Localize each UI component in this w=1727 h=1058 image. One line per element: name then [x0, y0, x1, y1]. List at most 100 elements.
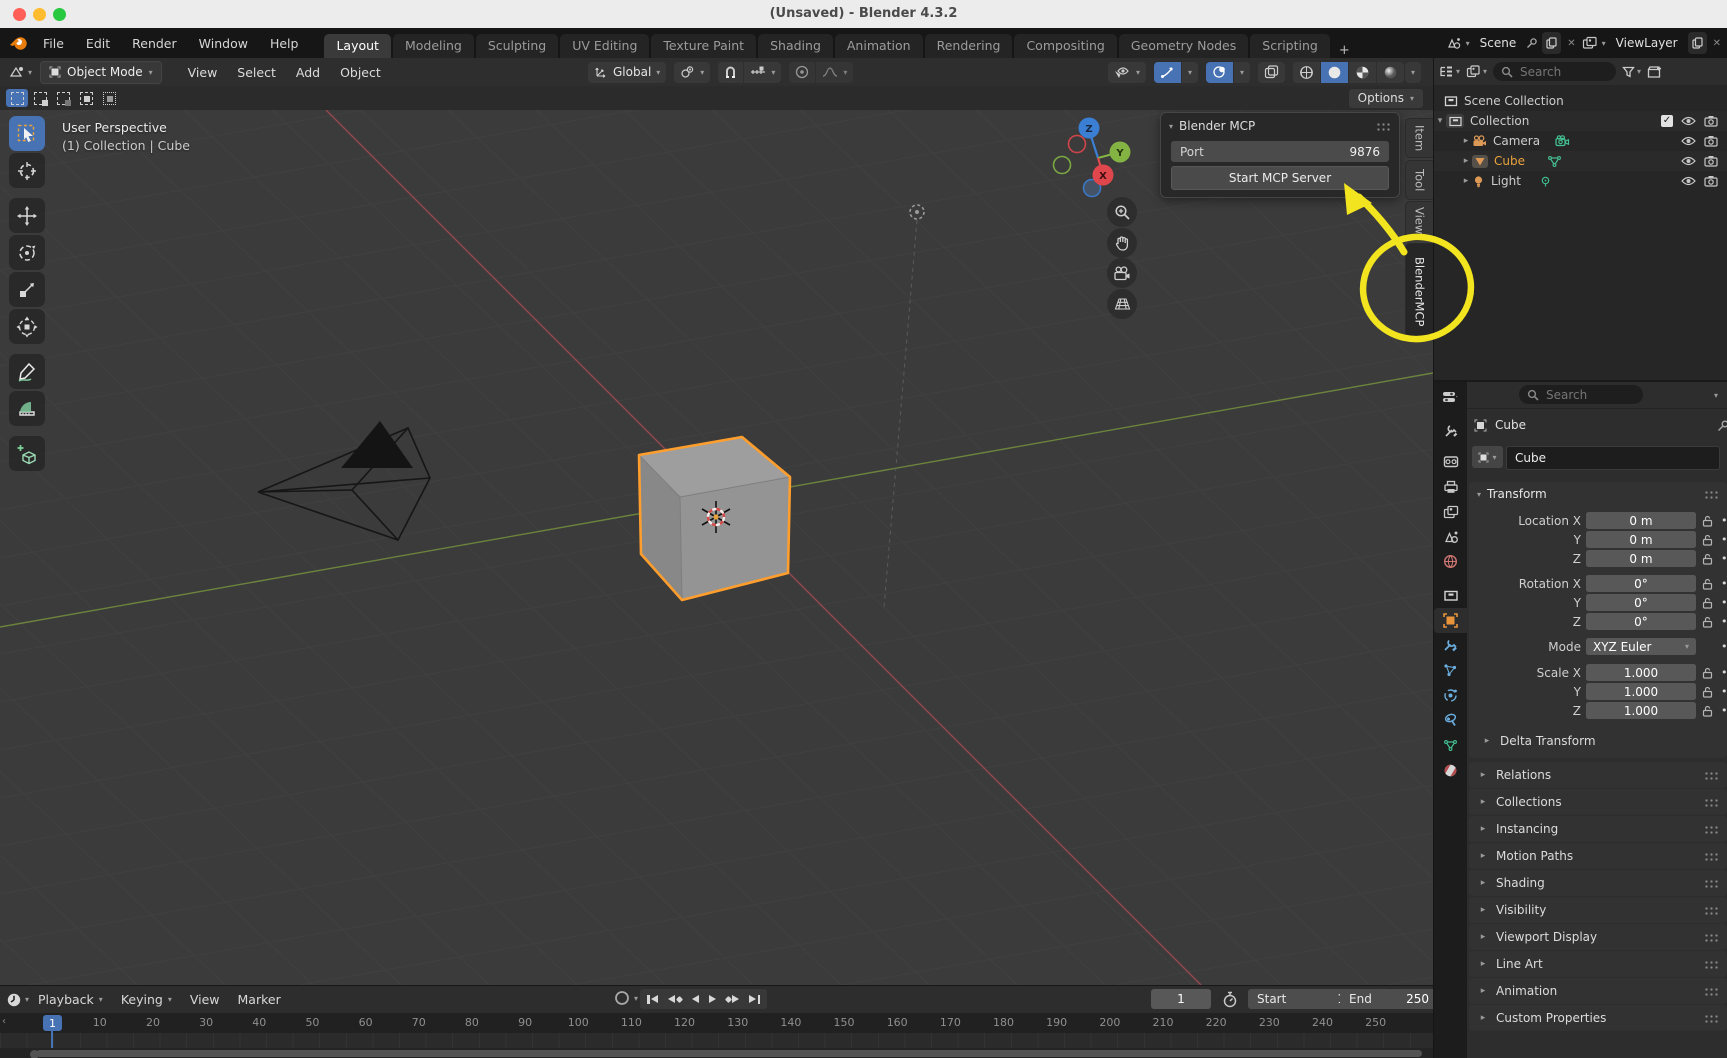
lock-icon[interactable] [1702, 534, 1713, 546]
workspace-tab-scripting[interactable]: Scripting [1250, 34, 1330, 58]
lock-icon[interactable] [1702, 597, 1713, 609]
cube-hide-icon[interactable] [1681, 156, 1696, 166]
drag-handle[interactable] [1704, 825, 1719, 834]
transform-collapse-chevron[interactable]: ▾ [1477, 490, 1481, 499]
light-hide-icon[interactable] [1681, 176, 1696, 186]
blender-logo-icon[interactable] [9, 35, 28, 51]
tab-output-properties[interactable] [1434, 474, 1467, 499]
panel-relations[interactable]: ▸Relations [1469, 762, 1727, 788]
properties-search[interactable] [1519, 385, 1643, 404]
rotation-x-field[interactable]: 0° [1586, 575, 1696, 592]
tab-world-properties[interactable] [1434, 549, 1467, 574]
shading-solid-button[interactable] [1321, 62, 1348, 83]
workspace-tab-geometry-nodes[interactable]: Geometry Nodes [1119, 34, 1248, 58]
outliner-display-mode-dropdown[interactable]: ▾ [1439, 65, 1460, 78]
animate-dot[interactable]: • [1721, 666, 1727, 679]
tool-move[interactable] [9, 198, 45, 233]
viewport-menu-add[interactable]: Add [286, 65, 330, 80]
breadcrumb-object-name[interactable]: Cube [1495, 418, 1526, 432]
tab-modifier-properties[interactable] [1434, 633, 1467, 658]
cube-expand-chevron[interactable]: ▸ [1460, 156, 1472, 166]
panel-line-art[interactable]: ▸Line Art [1469, 951, 1727, 977]
panel-collections[interactable]: ▸Collections [1469, 789, 1727, 815]
tab-object-properties[interactable] [1434, 608, 1467, 633]
viewport-menu-view[interactable]: View [178, 65, 228, 80]
collection-hide-icon[interactable] [1681, 116, 1696, 126]
shading-wireframe-button[interactable] [1293, 62, 1320, 83]
shading-rendered-button[interactable] [1377, 62, 1404, 83]
pin-id-icon[interactable] [1717, 419, 1727, 432]
select-mode-set-button[interactable] [6, 89, 28, 107]
lock-icon[interactable] [1702, 616, 1713, 628]
workspace-tab-uv-editing[interactable]: UV Editing [560, 34, 649, 58]
cube-render-icon[interactable] [1704, 155, 1718, 167]
play-reverse-button[interactable] [687, 989, 704, 1009]
light-expand-chevron[interactable]: ▸ [1460, 176, 1472, 186]
tab-material-properties[interactable] [1434, 758, 1467, 783]
tool-add-cube[interactable] [9, 436, 45, 471]
camera-view-button[interactable] [1107, 258, 1137, 288]
drag-handle[interactable] [1704, 1014, 1719, 1023]
show-gizmo-toggle[interactable] [1154, 62, 1181, 83]
scale-x-field[interactable]: 1.000 [1586, 664, 1696, 681]
timeline-scrollbar[interactable] [0, 1048, 1433, 1058]
previous-keyframe-button[interactable] [663, 989, 687, 1009]
transform-orientation-dropdown[interactable]: Global ▾ [588, 62, 666, 83]
start-mcp-server-button[interactable]: Start MCP Server [1171, 166, 1389, 190]
viewport-3d[interactable]: User Perspective (1) Collection | Cube [0, 110, 1433, 985]
drag-handle[interactable] [1704, 798, 1719, 807]
show-object-types-dropdown[interactable]: ▾ [1108, 62, 1146, 83]
panel-custom-properties[interactable]: ▸Custom Properties [1469, 1005, 1727, 1031]
menu-help[interactable]: Help [259, 36, 310, 51]
timeline-editor-type-dropdown[interactable]: ▾ [6, 992, 29, 1008]
outliner-row-camera[interactable]: ▸ Camera [1434, 131, 1727, 151]
viewlayer-icon[interactable] [1582, 36, 1598, 50]
proportional-falloff-dropdown[interactable]: ▾ [816, 62, 853, 83]
workspace-tab-rendering[interactable]: Rendering [925, 34, 1013, 58]
location-z-field[interactable]: 0 m [1586, 550, 1696, 567]
outliner-row-collection[interactable]: ▾ Collection ✓ [1434, 111, 1727, 131]
timeline-ruler[interactable]: ‹ 10203040506070809010011012013014015016… [0, 1013, 1433, 1033]
panel-instancing[interactable]: ▸Instancing [1469, 816, 1727, 842]
select-mode-subtract-button[interactable] [52, 89, 74, 107]
mcp-port-field[interactable]: Port 9876 [1171, 141, 1389, 162]
outliner-search[interactable] [1493, 62, 1616, 81]
sidebar-tab-item[interactable]: Item [1405, 118, 1433, 158]
frame-start-field[interactable]: Start1 [1248, 989, 1354, 1009]
mcp-panel-collapse-chevron[interactable]: ▾ [1169, 122, 1173, 131]
outliner-row-cube[interactable]: ▸ Cube [1434, 151, 1727, 171]
outliner-row-light[interactable]: ▸ Light [1434, 171, 1727, 191]
panel-motion-paths[interactable]: ▸Motion Paths [1469, 843, 1727, 869]
workspace-tab-animation[interactable]: Animation [835, 34, 923, 58]
rotation-y-field[interactable]: 0° [1586, 594, 1696, 611]
outliner-row-scene-collection[interactable]: Scene Collection [1434, 91, 1727, 111]
select-mode-extend-button[interactable] [29, 89, 51, 107]
collection-expand-chevron[interactable]: ▾ [1434, 116, 1446, 126]
pivot-point-dropdown[interactable]: ▾ [674, 62, 710, 83]
xray-toggle[interactable] [1258, 62, 1285, 83]
object-id-icon-dropdown[interactable]: ▾ [1472, 446, 1503, 468]
outliner-search-input[interactable] [1518, 64, 1608, 80]
menu-render[interactable]: Render [121, 36, 188, 51]
location-x-field[interactable]: 0 m [1586, 512, 1696, 529]
pin-scene-icon[interactable] [1526, 37, 1538, 49]
tool-transform[interactable] [9, 309, 45, 344]
lock-icon[interactable] [1702, 578, 1713, 590]
scene-name[interactable]: Scene [1474, 36, 1523, 50]
new-scene-button[interactable] [1542, 32, 1561, 54]
animate-dot[interactable]: • [1721, 552, 1727, 565]
remove-viewlayer-button[interactable]: ✕ [1711, 38, 1723, 49]
tool-scale[interactable] [9, 272, 45, 307]
camera-expand-chevron[interactable]: ▸ [1460, 136, 1472, 146]
snap-target-dropdown[interactable]: ▾ [744, 62, 781, 83]
sidebar-tab-tool[interactable]: Tool [1405, 160, 1433, 200]
camera-render-icon[interactable] [1704, 135, 1718, 147]
panel-visibility[interactable]: ▸Visibility [1469, 897, 1727, 923]
properties-search-input[interactable] [1544, 387, 1608, 403]
navigation-axis-gizmo[interactable]: Z Y X [1050, 112, 1142, 204]
tab-render-properties[interactable] [1434, 449, 1467, 474]
panel-viewport-display[interactable]: ▸Viewport Display [1469, 924, 1727, 950]
mcp-panel-drag-handle[interactable] [1376, 122, 1391, 131]
workspace-tab-shading[interactable]: Shading [758, 34, 833, 58]
light-render-icon[interactable] [1704, 175, 1718, 187]
